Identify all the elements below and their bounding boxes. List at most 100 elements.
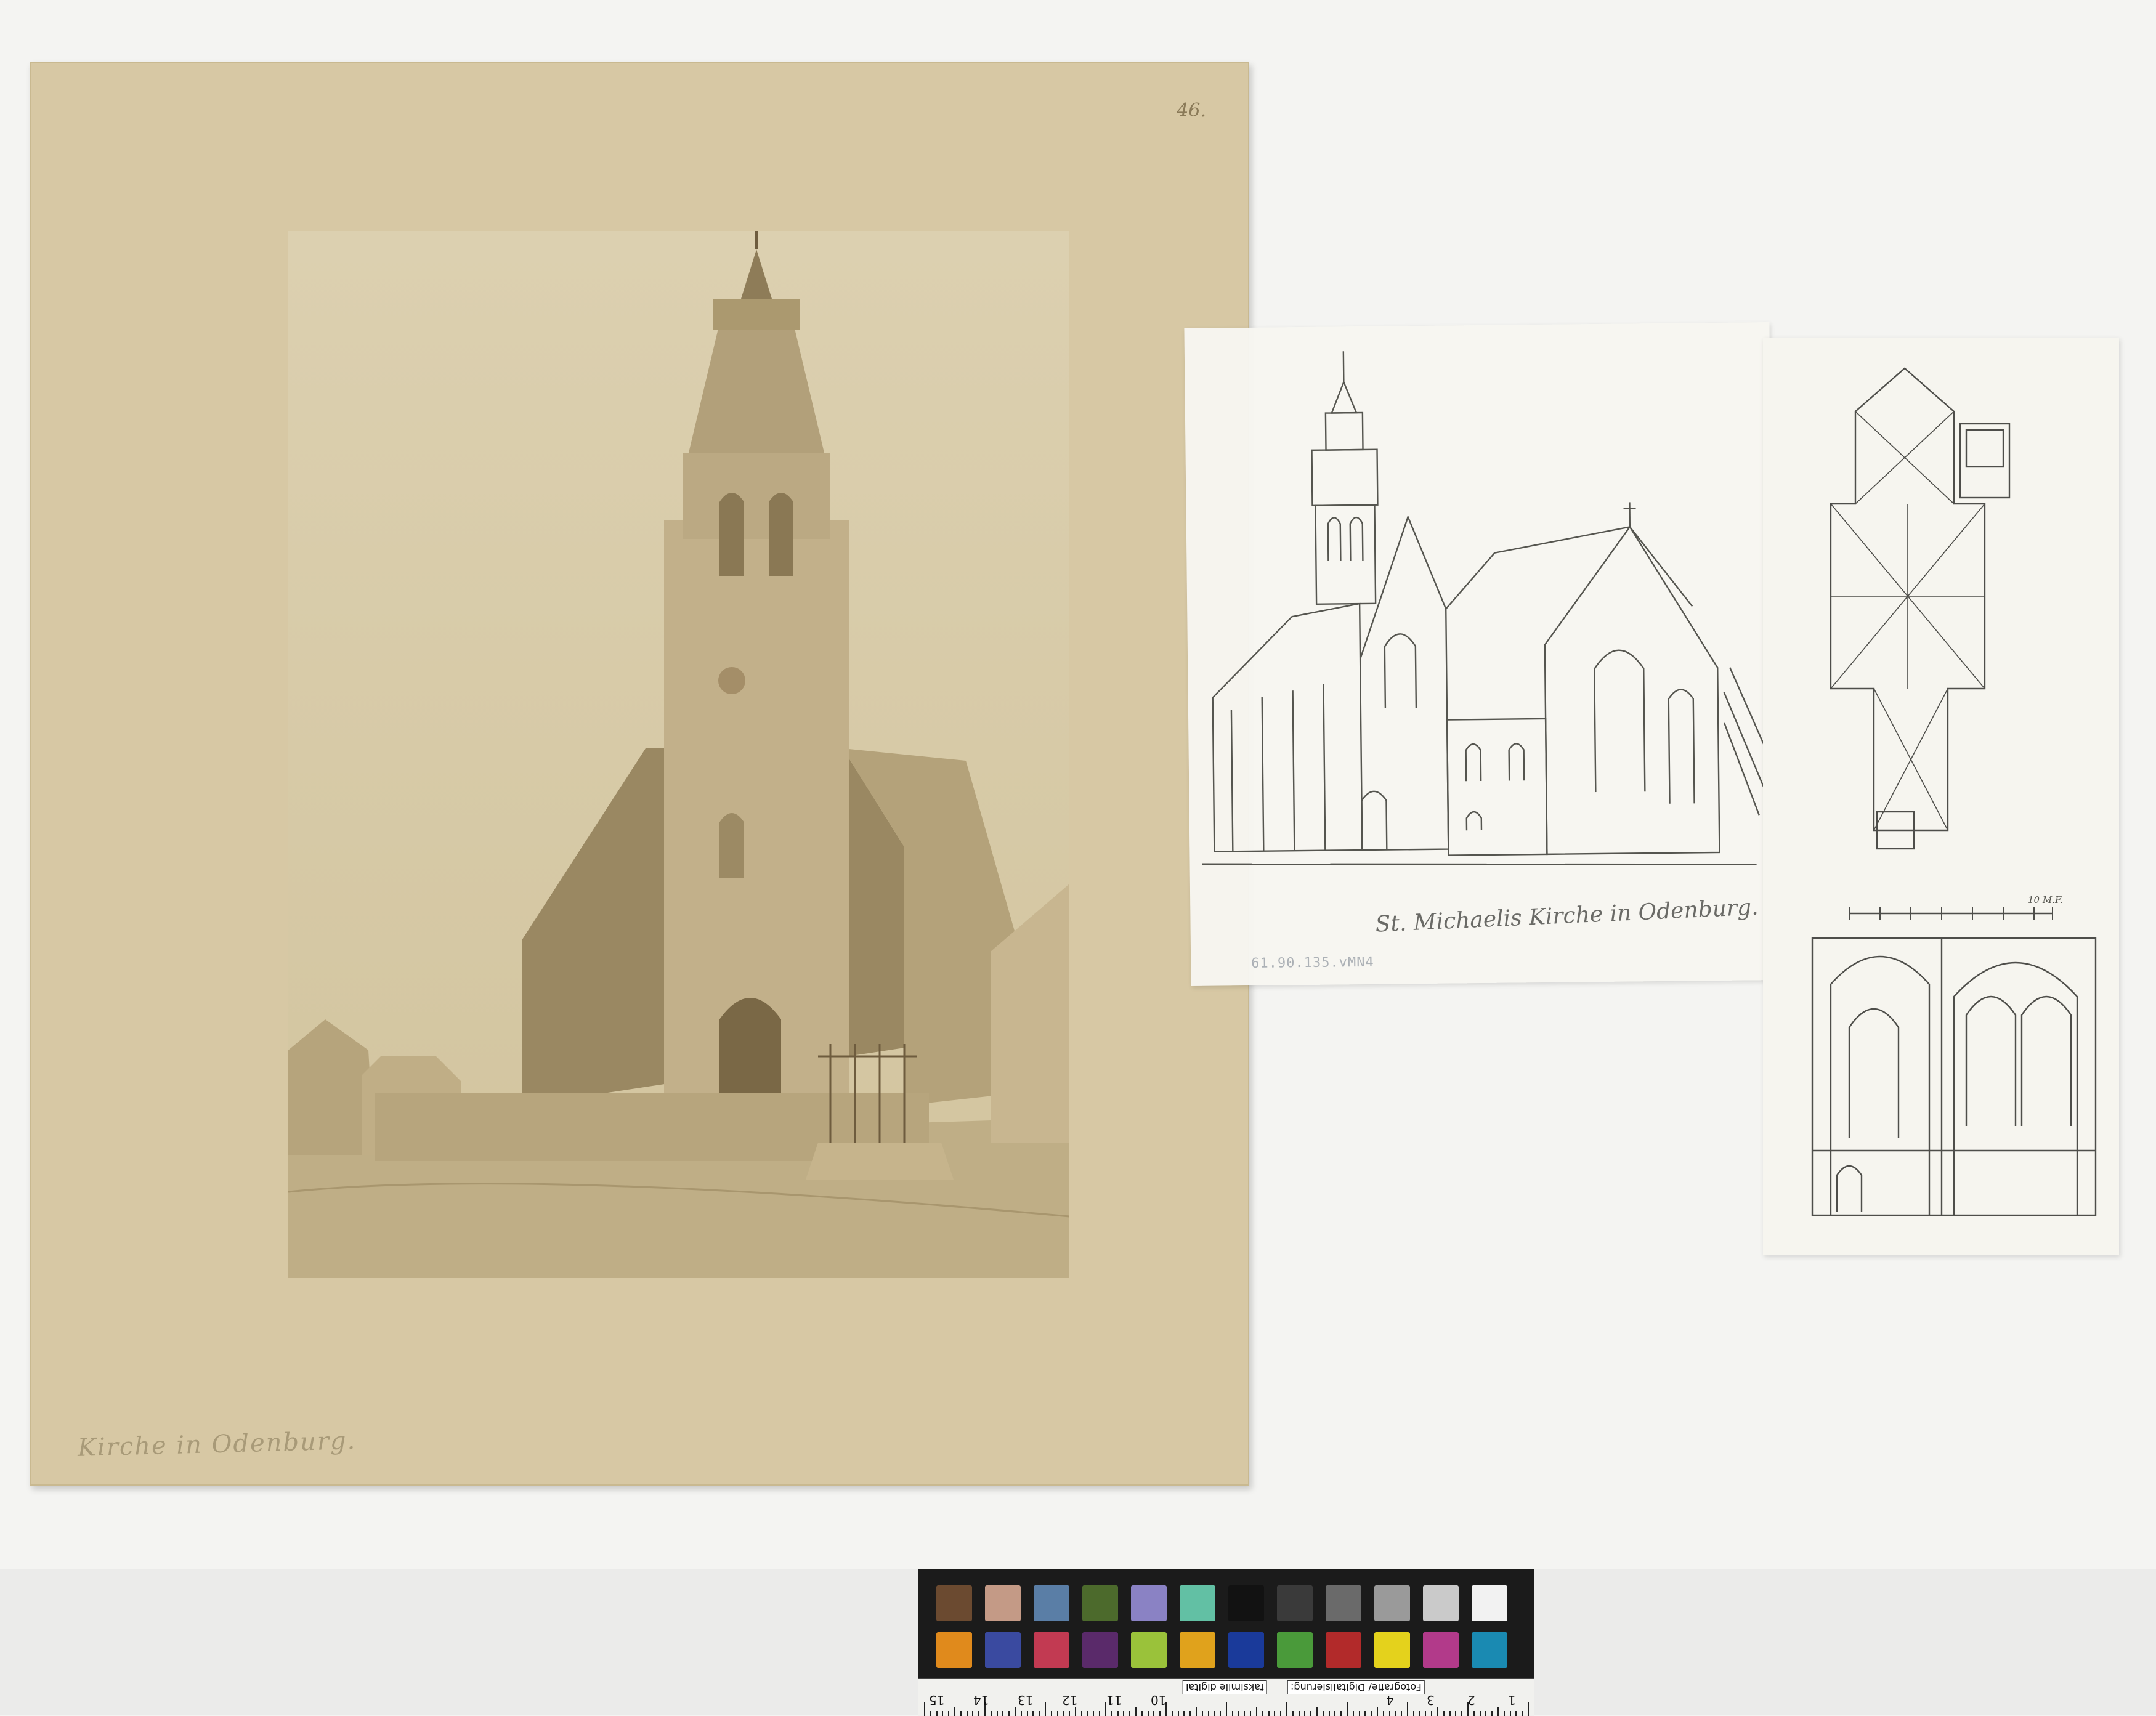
ruler-number: 3 bbox=[1427, 1693, 1435, 1707]
ruler-tick bbox=[997, 1711, 998, 1716]
ruler-tick bbox=[1515, 1711, 1517, 1716]
ruler-tick bbox=[1123, 1711, 1124, 1716]
ruler-tick bbox=[1002, 1711, 1003, 1716]
color-swatch bbox=[985, 1585, 1021, 1621]
ruler-tick bbox=[1220, 1711, 1221, 1716]
ruler-tick bbox=[1051, 1711, 1052, 1716]
ruler-tick bbox=[1304, 1711, 1305, 1716]
ruler-tick bbox=[1039, 1711, 1040, 1716]
page-number: 46. bbox=[1177, 100, 1206, 121]
color-swatch bbox=[1034, 1632, 1069, 1668]
ruler-tick bbox=[1008, 1711, 1010, 1716]
sketch-tracing-sheet: St. Michaelis Kirche in Odenburg. 61.90.… bbox=[1184, 322, 1776, 986]
ruler-tick bbox=[1449, 1711, 1451, 1716]
scale-label: 10 M.F. bbox=[2028, 894, 2063, 905]
board-handwritten-caption: Kirche in Odenburg. bbox=[77, 1427, 356, 1462]
ruler-tick bbox=[1359, 1711, 1360, 1716]
ruler-tick bbox=[1159, 1711, 1161, 1716]
ruler-tick bbox=[1021, 1711, 1022, 1716]
ruler-tick bbox=[1226, 1702, 1227, 1716]
ruler-tick bbox=[1504, 1711, 1505, 1716]
ruler-number: 13 bbox=[1018, 1693, 1033, 1707]
ruler-tick bbox=[1232, 1711, 1233, 1716]
ruler-tick bbox=[1183, 1711, 1185, 1716]
ruler-tick bbox=[1323, 1711, 1324, 1716]
ruler-tick bbox=[967, 1711, 968, 1716]
ruler-tick bbox=[1141, 1711, 1143, 1716]
color-swatch bbox=[1034, 1585, 1069, 1621]
church-photograph bbox=[288, 231, 1069, 1278]
ruler-tick bbox=[942, 1711, 943, 1716]
ruler-tick bbox=[1371, 1711, 1372, 1716]
ruler-tick bbox=[1455, 1711, 1456, 1716]
plan-sheet: 10 M.F. bbox=[1763, 338, 2119, 1255]
church-photo-illustration bbox=[288, 231, 1069, 1278]
ruler-tick bbox=[1286, 1702, 1287, 1716]
ruler-tick bbox=[1280, 1711, 1281, 1716]
color-swatch bbox=[1131, 1585, 1167, 1621]
ruler-tick bbox=[1063, 1711, 1064, 1716]
ruler-tick bbox=[1081, 1711, 1082, 1716]
ruler-tick bbox=[1244, 1711, 1245, 1716]
ruler-tick bbox=[1413, 1711, 1414, 1716]
ruler-tick bbox=[936, 1711, 938, 1716]
ruler-tick bbox=[1189, 1711, 1191, 1716]
color-swatch bbox=[1374, 1632, 1410, 1668]
ruler-tick bbox=[1353, 1711, 1354, 1716]
ruler-tick bbox=[1111, 1711, 1112, 1716]
color-swatch bbox=[1082, 1632, 1118, 1668]
ruler-tick bbox=[1032, 1711, 1034, 1716]
ruler-tick bbox=[1310, 1711, 1311, 1716]
color-swatch bbox=[1423, 1632, 1459, 1668]
ruler-tick bbox=[1250, 1711, 1251, 1716]
color-swatch bbox=[1423, 1585, 1459, 1621]
ruler-number: 11 bbox=[1106, 1693, 1122, 1707]
ruler-tick bbox=[1099, 1711, 1100, 1716]
color-swatch bbox=[985, 1632, 1021, 1668]
ruler-tick bbox=[1172, 1711, 1173, 1716]
ruler-tick bbox=[924, 1702, 925, 1716]
color-swatch bbox=[936, 1585, 972, 1621]
ruler-number: 4 bbox=[1386, 1693, 1394, 1707]
ruler-tick bbox=[1208, 1711, 1209, 1716]
color-swatch bbox=[1131, 1632, 1167, 1668]
ruler-tick bbox=[1045, 1702, 1046, 1716]
ruler-tick bbox=[1461, 1711, 1462, 1716]
ruler-tick bbox=[1057, 1711, 1058, 1716]
ruler-tick bbox=[1419, 1711, 1420, 1716]
ruler-tick bbox=[930, 1711, 931, 1716]
ruler-tick bbox=[1329, 1711, 1330, 1716]
ruler-tick bbox=[1238, 1711, 1239, 1716]
ruler-tick bbox=[1395, 1711, 1396, 1716]
ruler-tick bbox=[948, 1711, 949, 1716]
ruler-tick bbox=[1202, 1711, 1203, 1716]
ruler-tick bbox=[1093, 1711, 1094, 1716]
ruler-number: 10 bbox=[1151, 1693, 1166, 1707]
ruler-number: 15 bbox=[929, 1693, 944, 1707]
ruler-tick bbox=[1027, 1711, 1028, 1716]
ruler-tick bbox=[1431, 1711, 1432, 1716]
ruler-number: 2 bbox=[1467, 1693, 1475, 1707]
color-swatch bbox=[1326, 1585, 1361, 1621]
color-swatch bbox=[936, 1632, 972, 1668]
ruler-tick bbox=[1262, 1711, 1263, 1716]
ruler-tick bbox=[1087, 1711, 1088, 1716]
color-checker-card: 1514131211104321 faksimile digital Fotog… bbox=[918, 1569, 1534, 1715]
measurement-ruler: 1514131211104321 faksimile digital Fotog… bbox=[918, 1678, 1534, 1716]
ruler-tick bbox=[1491, 1711, 1493, 1716]
ruler-tick bbox=[1473, 1711, 1475, 1716]
color-swatch bbox=[1374, 1585, 1410, 1621]
color-swatch bbox=[1472, 1585, 1507, 1621]
ruler-label-facsimile: faksimile digital bbox=[1183, 1680, 1267, 1694]
church-perspective-sketch bbox=[1184, 322, 1776, 986]
ruler-number: 14 bbox=[973, 1693, 989, 1707]
ruler-tick bbox=[1069, 1711, 1070, 1716]
ruler-tick bbox=[1425, 1711, 1426, 1716]
ruler-tick bbox=[1389, 1711, 1390, 1716]
ruler-tick bbox=[1148, 1711, 1149, 1716]
ruler-tick bbox=[1443, 1711, 1445, 1716]
color-swatch bbox=[1228, 1585, 1264, 1621]
color-swatch bbox=[1277, 1632, 1313, 1668]
color-swatch bbox=[1326, 1632, 1361, 1668]
photo-mount-board: 46. bbox=[30, 62, 1249, 1486]
